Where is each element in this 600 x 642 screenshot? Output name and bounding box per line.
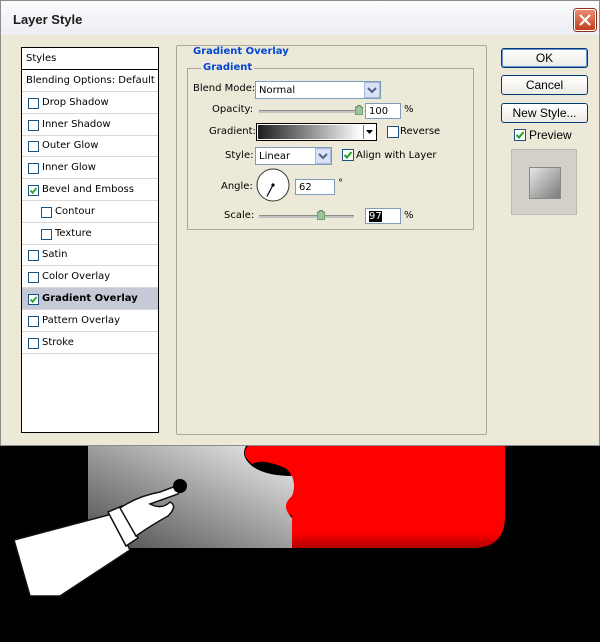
angle-dial[interactable] [256, 168, 290, 202]
style-checkbox[interactable] [28, 97, 39, 109]
angle-label: Angle: [221, 181, 253, 192]
gradient-label: Gradient: [209, 126, 256, 137]
opacity-unit: % [404, 104, 414, 115]
style-item-inner-glow[interactable]: Inner Glow [22, 157, 158, 180]
scale-input[interactable]: 97 [365, 208, 401, 224]
reverse-checkbox[interactable] [387, 126, 399, 138]
blend-mode-label: Blend Mode: [193, 83, 256, 94]
style-item-label: Pattern Overlay [42, 314, 121, 326]
layer-style-dialog: Layer Style Styles Blending Options: Def… [0, 0, 600, 446]
blend-mode-select[interactable]: Normal [255, 81, 381, 99]
scale-slider-thumb[interactable] [317, 210, 326, 220]
scale-label: Scale: [224, 210, 255, 221]
group-title: Gradient Overlay [191, 46, 291, 57]
style-checkbox[interactable] [28, 185, 39, 196]
opacity-slider-thumb[interactable] [355, 105, 363, 115]
style-item-drop-shadow[interactable]: Drop Shadow [22, 92, 158, 114]
styles-header[interactable]: Styles [22, 48, 158, 70]
style-item-bevel-and-emboss[interactable]: Bevel and Emboss [22, 179, 158, 201]
chevron-down-icon [315, 148, 331, 164]
ok-button[interactable]: OK [501, 48, 588, 68]
title-bar[interactable]: Layer Style [1, 1, 599, 35]
scale-unit: % [404, 210, 414, 221]
close-button[interactable] [574, 9, 596, 31]
checkmark-icon [515, 131, 525, 139]
style-item-label: Color Overlay [42, 271, 111, 283]
section-title: Gradient [201, 62, 255, 73]
style-item-label: Inner Glow [42, 162, 96, 174]
style-checkbox[interactable] [28, 272, 39, 284]
opacity-label: Opacity: [212, 104, 254, 115]
style-item-label: Drop Shadow [42, 96, 109, 108]
scale-value: 97 [369, 211, 382, 222]
style-item-label: Gradient Overlay [42, 293, 138, 304]
angle-value: 62 [299, 182, 312, 193]
opacity-value: 100 [369, 106, 389, 117]
style-item-inner-shadow[interactable]: Inner Shadow [22, 114, 158, 136]
style-select[interactable]: Linear [255, 147, 332, 165]
style-checkbox[interactable] [28, 315, 39, 327]
opacity-slider[interactable] [259, 110, 359, 113]
styles-list: Styles Blending Options: Default Drop Sha… [21, 47, 159, 433]
styles-header-label: Styles [26, 53, 57, 64]
style-item-label: Blending Options: Default [26, 75, 155, 86]
style-value: Linear [259, 151, 291, 162]
style-item-label: Stroke [42, 336, 74, 348]
style-checkbox[interactable] [28, 337, 39, 349]
style-item-label: Texture [55, 227, 92, 239]
window-title: Layer Style [13, 12, 83, 27]
style-checkbox[interactable] [28, 294, 39, 305]
style-checkbox[interactable] [28, 119, 39, 131]
document-canvas [0, 446, 600, 642]
preview-checkbox[interactable] [514, 129, 526, 141]
close-icon [579, 14, 591, 26]
angle-input[interactable]: 62 [295, 179, 335, 195]
chevron-down-icon [364, 82, 380, 98]
new-style-button[interactable]: New Style... [501, 103, 588, 123]
preview-label: Preview [529, 128, 572, 142]
style-item-blending-options-default[interactable]: Blending Options: Default [22, 70, 158, 92]
blend-mode-value: Normal [259, 85, 296, 96]
style-item-label: Inner Shadow [42, 118, 111, 130]
style-item-pattern-overlay[interactable]: Pattern Overlay [22, 310, 158, 332]
style-item-stroke[interactable]: Stroke [22, 332, 158, 354]
style-item-gradient-overlay[interactable]: Gradient Overlay [22, 288, 158, 310]
cancel-button[interactable]: Cancel [501, 75, 588, 95]
style-item-label: Satin [42, 249, 68, 261]
style-item-label: Outer Glow [42, 140, 99, 152]
style-checkbox[interactable] [28, 250, 39, 262]
style-item-satin[interactable]: Satin [22, 244, 158, 267]
align-with-layer-label: Align with Layer [356, 150, 437, 161]
checkmark-icon [29, 187, 38, 195]
scale-slider[interactable] [259, 215, 354, 218]
style-item-color-overlay[interactable]: Color Overlay [22, 266, 158, 289]
style-label: Style: [225, 150, 254, 161]
checkmark-icon [343, 151, 353, 159]
style-checkbox[interactable] [28, 163, 39, 175]
opacity-input[interactable]: 100 [365, 103, 401, 119]
gradient-dropdown-arrow[interactable] [363, 125, 375, 139]
style-item-texture[interactable]: Texture [22, 223, 158, 245]
style-preview [511, 149, 577, 215]
style-checkbox[interactable] [41, 228, 52, 240]
gradient-picker[interactable] [256, 123, 377, 141]
style-item-outer-glow[interactable]: Outer Glow [22, 135, 158, 158]
checkmark-icon [29, 296, 38, 304]
style-item-label: Contour [55, 205, 95, 217]
align-with-layer-checkbox[interactable] [342, 149, 354, 161]
style-checkbox[interactable] [41, 206, 52, 218]
style-checkbox[interactable] [28, 141, 39, 153]
preview-swatch [529, 167, 561, 199]
style-item-contour[interactable]: Contour [22, 201, 158, 223]
gradient-swatch[interactable] [258, 125, 361, 139]
angle-unit: ° [338, 178, 343, 189]
reverse-label: Reverse [400, 126, 441, 137]
style-item-label: Bevel and Emboss [42, 184, 134, 195]
